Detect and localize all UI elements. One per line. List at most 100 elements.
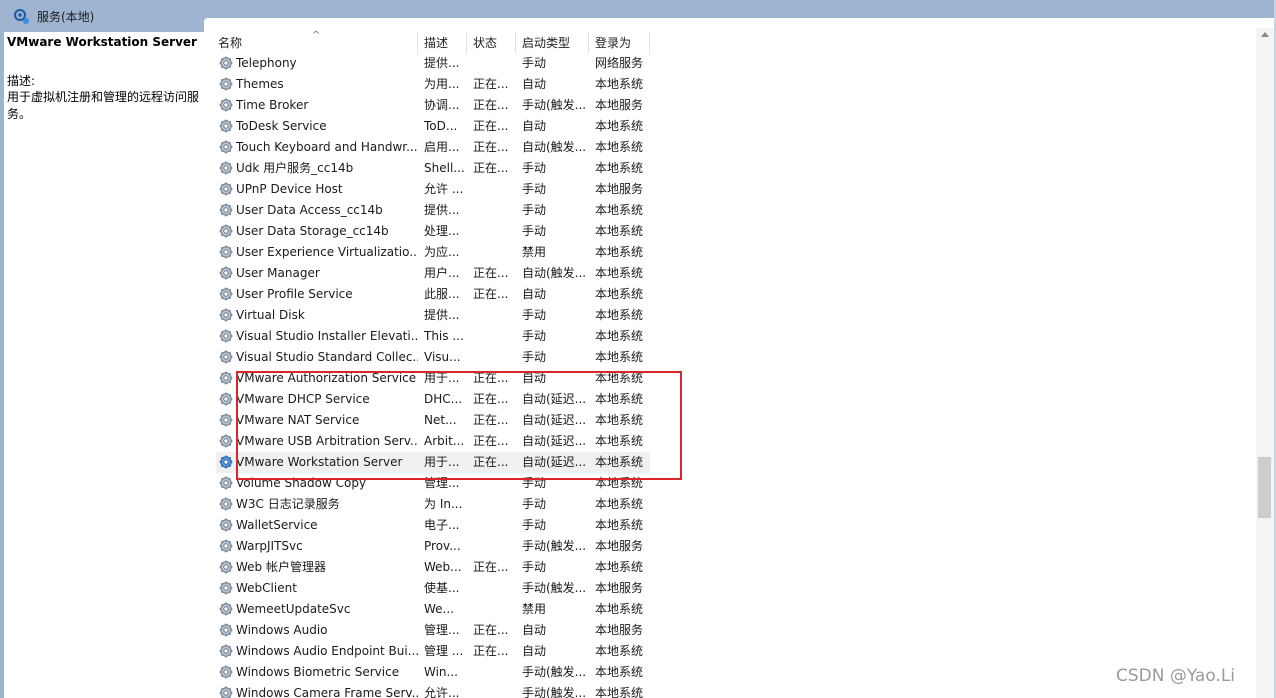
service-startup-type: 手动 bbox=[522, 329, 547, 343]
table-row[interactable]: User Manager 用户... 正在... 自动(触发... 本地系统 bbox=[216, 263, 650, 284]
service-description: 启用... bbox=[424, 140, 460, 154]
table-row[interactable]: WebClient 使基... 手动(触发... 本地服务 bbox=[216, 578, 650, 599]
service-status bbox=[473, 662, 513, 683]
column-header-startup-type[interactable]: 启动类型 bbox=[516, 32, 589, 54]
service-logon-as: 本地服务 bbox=[595, 623, 644, 637]
table-row[interactable]: ToDesk Service ToD... 正在... 自动 本地系统 bbox=[216, 116, 650, 137]
service-gear-icon bbox=[218, 118, 234, 134]
service-gear-icon bbox=[218, 433, 234, 449]
table-row[interactable]: WarpJITSvc Prov... 手动(触发... 本地服务 bbox=[216, 536, 650, 557]
service-status bbox=[473, 536, 513, 557]
service-logon-as: 本地系统 bbox=[595, 119, 644, 133]
column-header-name[interactable]: 名称 ^ bbox=[212, 30, 418, 54]
table-row[interactable]: Telephony 提供... 手动 网络服务 bbox=[216, 53, 650, 74]
service-logon-as: 本地系统 bbox=[595, 287, 644, 301]
service-name: W3C 日志记录服务 bbox=[236, 497, 340, 511]
service-startup-type: 自动 bbox=[522, 119, 547, 133]
service-description: 电子... bbox=[424, 518, 460, 532]
column-header-description[interactable]: 描述 bbox=[418, 32, 467, 54]
service-logon-as: 本地系统 bbox=[595, 686, 644, 698]
table-row[interactable]: User Data Storage_cc14b 处理... 手动 本地系统 bbox=[216, 221, 650, 242]
service-startup-type: 手动(触发... bbox=[522, 665, 586, 679]
table-row[interactable]: Windows Biometric Service Win... 手动(触发... 本… bbox=[216, 662, 650, 683]
vertical-scrollbar[interactable] bbox=[1256, 28, 1274, 698]
service-logon-as: 本地系统 bbox=[595, 203, 644, 217]
service-status: 正在... bbox=[473, 287, 509, 301]
table-row[interactable]: Virtual Disk 提供... 手动 本地系统 bbox=[216, 305, 650, 326]
services-gear-icon bbox=[14, 9, 29, 24]
selected-service-title: VMware Workstation Server bbox=[7, 35, 197, 49]
column-header-logon-as[interactable]: 登录为 bbox=[589, 32, 650, 54]
service-description: 此服... bbox=[424, 287, 460, 301]
column-header-status[interactable]: 状态 bbox=[467, 32, 516, 54]
service-name: UPnP Device Host bbox=[236, 182, 343, 196]
table-row[interactable]: Time Broker 协调... 正在... 手动(触发... 本地服务 bbox=[216, 95, 650, 116]
service-status bbox=[473, 683, 513, 698]
service-name: Windows Biometric Service bbox=[236, 665, 400, 679]
service-status: 正在... bbox=[473, 623, 509, 637]
table-row[interactable]: WemeetUpdateSvc We... 禁用 本地系统 bbox=[216, 599, 650, 620]
scrollbar-thumb[interactable] bbox=[1258, 457, 1271, 518]
service-status: 正在... bbox=[473, 560, 509, 574]
service-startup-type: 禁用 bbox=[522, 245, 547, 259]
service-name: Windows Audio bbox=[236, 623, 328, 637]
service-startup-type: 禁用 bbox=[522, 602, 547, 616]
service-gear-icon bbox=[218, 181, 234, 197]
service-status bbox=[473, 221, 513, 242]
service-startup-type: 自动 bbox=[522, 77, 547, 91]
table-row[interactable]: Udk 用户服务_cc14b Shell... 正在... 手动 本地系统 bbox=[216, 158, 650, 179]
services-list[interactable]: 名称 ^ 描述 状态 启动类型 登录为 Telephony 提供... 手动 网络服务… bbox=[212, 28, 1252, 698]
table-row[interactable]: Visual Studio Installer Elevati... This .… bbox=[216, 326, 650, 347]
table-row[interactable]: User Profile Service 此服... 正在... 自动 本地系统 bbox=[216, 284, 650, 305]
table-row[interactable]: Windows Audio Endpoint Bui... 管理 ... 正在...… bbox=[216, 641, 650, 662]
service-startup-type: 手动 bbox=[522, 350, 547, 364]
service-status bbox=[473, 242, 513, 263]
service-name: Udk 用户服务_cc14b bbox=[236, 161, 354, 175]
service-description: Web... bbox=[424, 560, 462, 574]
service-description: 提供... bbox=[424, 56, 460, 70]
table-row[interactable]: Windows Audio 管理... 正在... 自动 本地服务 bbox=[216, 620, 650, 641]
service-startup-type: 手动(触发... bbox=[522, 539, 586, 553]
table-row[interactable]: W3C 日志记录服务 为 In... 手动 本地系统 bbox=[216, 494, 650, 515]
service-gear-icon bbox=[218, 685, 234, 698]
table-row[interactable]: Web 帐户管理器 Web... 正在... 手动 本地系统 bbox=[216, 557, 650, 578]
service-gear-icon bbox=[218, 622, 234, 638]
description-text: 用于虚拟机注册和管理的远程访问服务。 bbox=[7, 90, 200, 121]
service-description: Shell... bbox=[424, 161, 465, 175]
service-description: 允许... bbox=[424, 686, 460, 698]
table-row[interactable]: UPnP Device Host 允许 ... 手动 本地服务 bbox=[216, 179, 650, 200]
service-startup-type: 手动 bbox=[522, 308, 547, 322]
service-gear-icon bbox=[218, 580, 234, 596]
table-row[interactable]: Themes 为用... 正在... 自动 本地系统 bbox=[216, 74, 650, 95]
service-startup-type: 手动 bbox=[522, 560, 547, 574]
service-description: 提供... bbox=[424, 308, 460, 322]
table-row[interactable]: WalletService 电子... 手动 本地系统 bbox=[216, 515, 650, 536]
service-status bbox=[473, 200, 513, 221]
service-status bbox=[473, 599, 513, 620]
service-gear-icon bbox=[218, 202, 234, 218]
service-gear-icon bbox=[218, 601, 234, 617]
service-logon-as: 本地系统 bbox=[595, 245, 644, 259]
service-logon-as: 本地系统 bbox=[595, 161, 644, 175]
service-startup-type: 自动 bbox=[522, 287, 547, 301]
service-name: User Experience Virtualizatio... bbox=[236, 245, 418, 259]
service-logon-as: 本地服务 bbox=[595, 539, 644, 553]
service-gear-icon bbox=[218, 664, 234, 680]
table-row[interactable]: Windows Camera Frame Serv... 允许... 手动(触发..… bbox=[216, 683, 650, 698]
service-gear-icon bbox=[218, 307, 234, 323]
service-startup-type: 自动(触发... bbox=[522, 140, 586, 154]
service-name: WebClient bbox=[236, 581, 297, 595]
table-row[interactable]: Touch Keyboard and Handwr... 启用... 正在... 自动… bbox=[216, 137, 650, 158]
service-description: Win... bbox=[424, 665, 458, 679]
table-row[interactable]: User Data Access_cc14b 提供... 手动 本地系统 bbox=[216, 200, 650, 221]
service-logon-as: 本地系统 bbox=[595, 644, 644, 658]
service-name: Telephony bbox=[236, 56, 297, 70]
service-gear-icon bbox=[218, 328, 234, 344]
service-name: Touch Keyboard and Handwr... bbox=[236, 140, 418, 154]
table-row[interactable]: User Experience Virtualizatio... 为应... 禁用 本… bbox=[216, 242, 650, 263]
service-description: This ... bbox=[424, 329, 464, 343]
table-row[interactable]: Visual Studio Standard Collec... Visu... 手… bbox=[216, 347, 650, 368]
service-gear-icon bbox=[218, 55, 234, 71]
service-gear-icon bbox=[218, 244, 234, 260]
scroll-up-arrow-icon[interactable] bbox=[1261, 32, 1269, 37]
